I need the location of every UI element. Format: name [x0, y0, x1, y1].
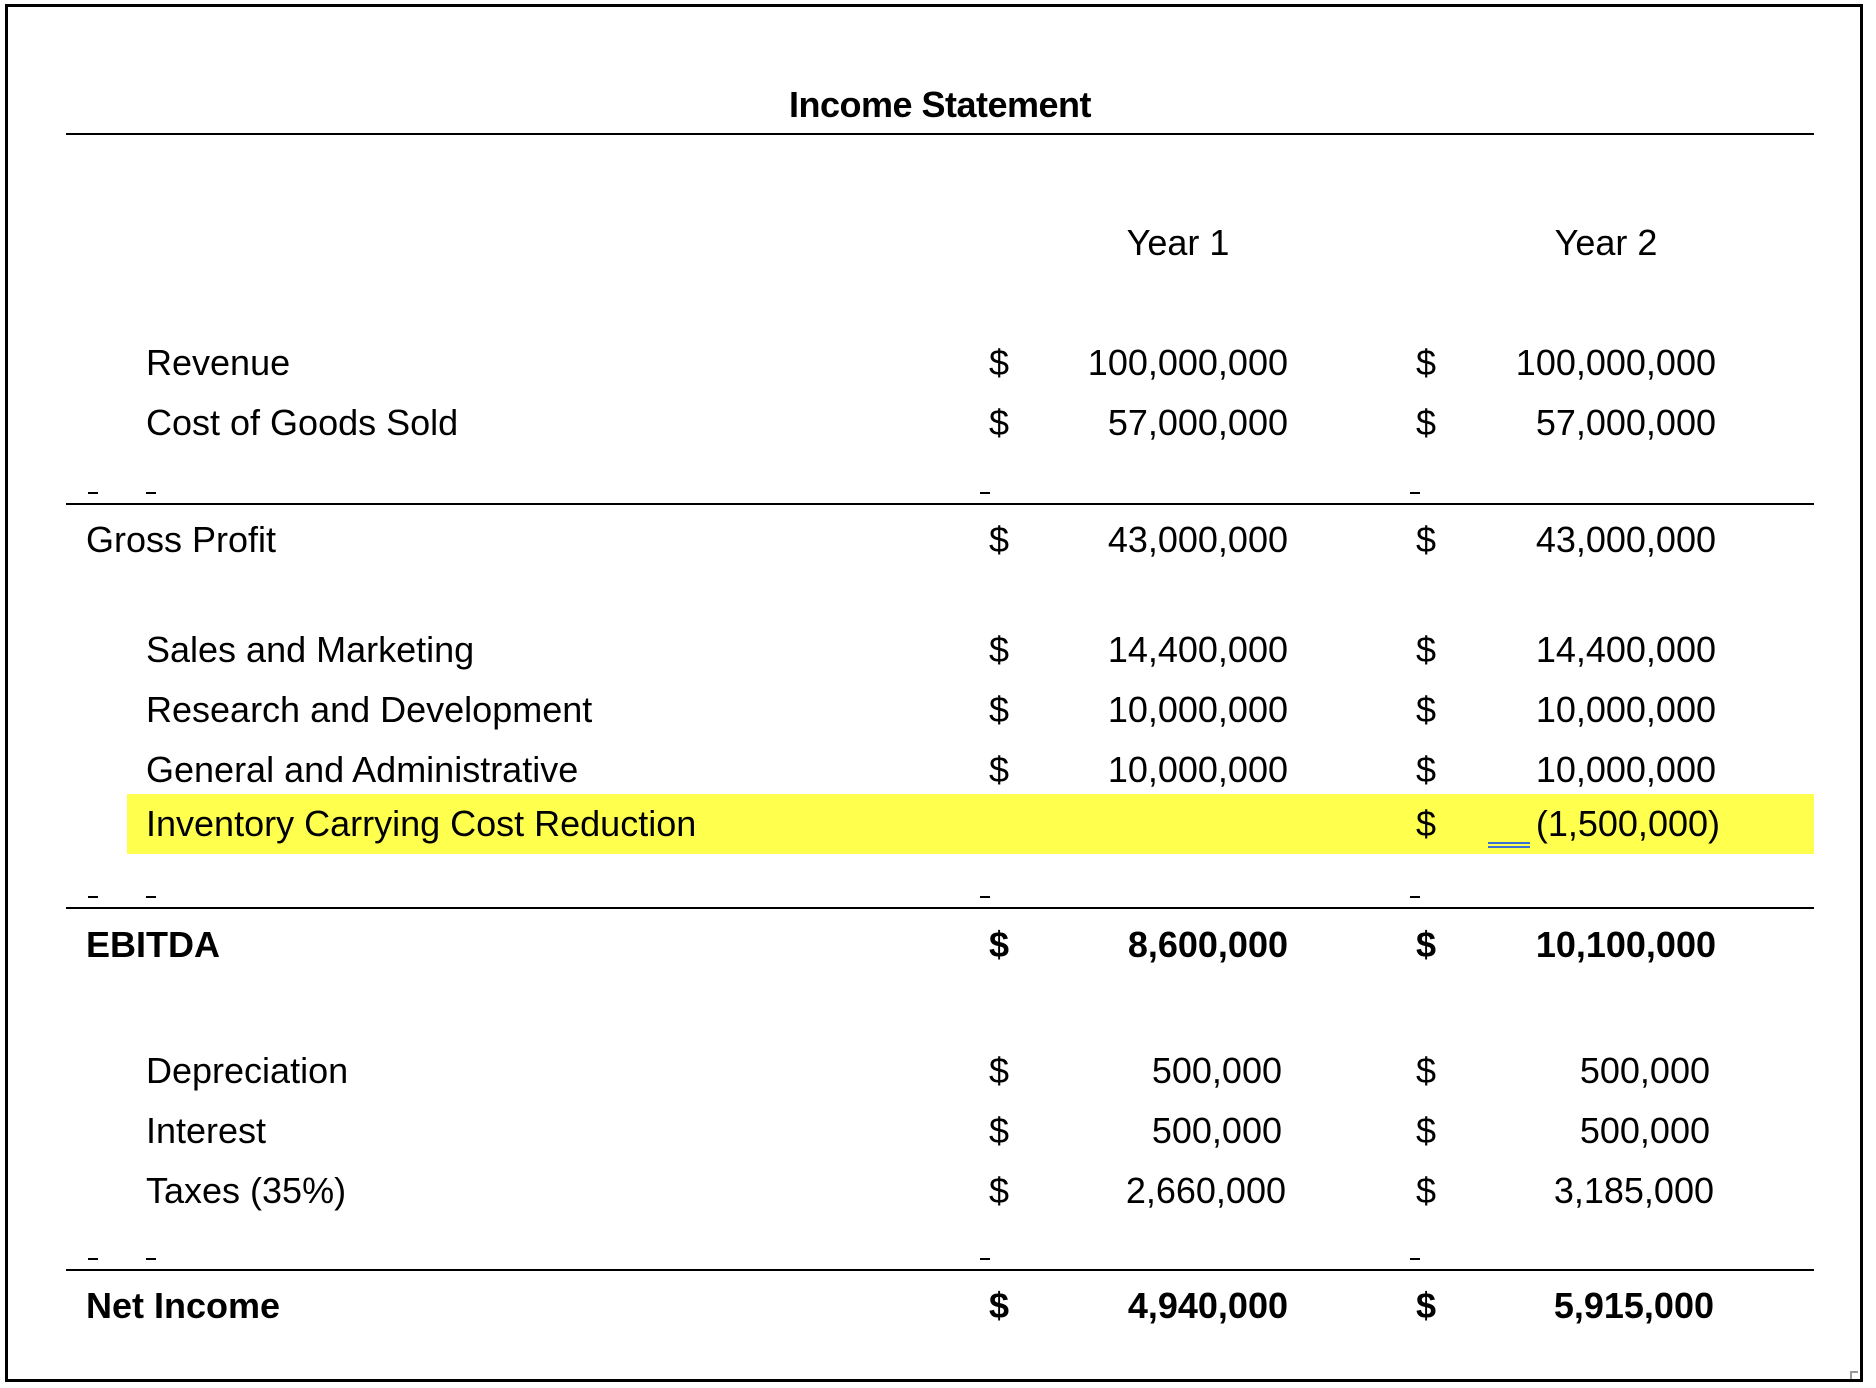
tick-mark: [88, 492, 98, 494]
row-depreciation: Depreciation $ 500,000 $ 500,000: [0, 1044, 1876, 1094]
divider-line: [66, 907, 1814, 909]
row-net-income: Net Income $ 4,940,000 $ 5,915,000: [0, 1279, 1876, 1329]
resize-corner: [1850, 1371, 1858, 1379]
row-label: Inventory Carrying Cost Reduction: [146, 803, 697, 844]
row-cogs: Cost of Goods Sold $ 57,000,000 $ 57,000…: [0, 396, 1876, 446]
year-2-value: (1,500,000): [1535, 803, 1720, 844]
year-1-value: 100,000,000: [1087, 342, 1288, 383]
year-1-value: 10,000,000: [1107, 689, 1288, 730]
tick-mark: [146, 896, 156, 898]
year-2-value: 10,100,000: [1535, 924, 1716, 965]
row-label: Research and Development: [146, 689, 593, 730]
column-header-year-1: Year 1: [1126, 222, 1230, 263]
year-2-value: 5,915,000: [1553, 1285, 1714, 1326]
row-taxes: Taxes (35%) $ 2,660,000 $ 3,185,000: [0, 1164, 1876, 1214]
year-1-value: 500,000: [1151, 1110, 1282, 1151]
title-underline: [66, 133, 1814, 135]
tick-mark: [1410, 896, 1420, 898]
tick-mark: [980, 492, 990, 494]
row-revenue: Revenue $ 100,000,000 $ 100,000,000: [0, 336, 1876, 386]
row-interest: Interest $ 500,000 $ 500,000: [0, 1104, 1876, 1154]
row-label: Sales and Marketing: [146, 629, 475, 670]
tick-mark: [1410, 492, 1420, 494]
tick-mark: [980, 1258, 990, 1260]
row-ebitda: EBITDA $ 8,600,000 $ 10,100,000: [0, 918, 1876, 968]
year-2-value: 3,185,000: [1553, 1170, 1714, 1211]
year-2-value: 10,000,000: [1535, 749, 1716, 790]
row-inventory-carrying-cost-reduction: Inventory Carrying Cost Reduction $ (1,5…: [0, 794, 1876, 854]
tick-mark: [88, 1258, 98, 1260]
tick-mark: [88, 896, 98, 898]
tick-mark: [1410, 1258, 1420, 1260]
subtotal-separator: [0, 884, 1876, 914]
row-label: Interest: [146, 1110, 267, 1151]
row-label: Cost of Goods Sold: [146, 402, 459, 443]
row-sales-marketing: Sales and Marketing $ 14,400,000 $ 14,40…: [0, 623, 1876, 673]
row-label: Gross Profit: [86, 519, 277, 560]
year-2-value: 10,000,000: [1535, 689, 1716, 730]
year-2-value: 500,000: [1579, 1050, 1710, 1091]
year-1-value: 2,660,000: [1125, 1170, 1286, 1211]
year-2-value: 43,000,000: [1535, 519, 1716, 560]
row-label: Taxes (35%): [146, 1170, 347, 1211]
year-2-value: 14,400,000: [1535, 629, 1716, 670]
subtotal-separator: [0, 1246, 1876, 1276]
tick-mark: [980, 896, 990, 898]
year-1-value: 500,000: [1151, 1050, 1282, 1091]
subtotal-separator: [0, 480, 1876, 510]
row-label: General and Administrative: [146, 749, 579, 790]
row-label: Depreciation: [146, 1050, 349, 1091]
year-1-value: 43,000,000: [1107, 519, 1288, 560]
year-1-value: 57,000,000: [1107, 402, 1288, 443]
tick-mark: [146, 1258, 156, 1260]
row-gross-profit: Gross Profit $ 43,000,000 $ 43,000,000: [0, 513, 1876, 563]
row-general-administrative: General and Administrative $ 10,000,000 …: [0, 743, 1876, 793]
divider-line: [66, 1269, 1814, 1271]
year-1-value: 8,600,000: [1127, 924, 1288, 965]
divider-line: [66, 503, 1814, 505]
year-1-value: 10,000,000: [1107, 749, 1288, 790]
year-2-value: 500,000: [1579, 1110, 1710, 1151]
year-2-value: 100,000,000: [1515, 342, 1716, 383]
row-label: Revenue: [146, 342, 291, 383]
column-header-year-2: Year 2: [1554, 222, 1658, 263]
spellcheck-double-underline: [1488, 842, 1530, 848]
year-1-value: 14,400,000: [1107, 629, 1288, 670]
year-1-value: 4,940,000: [1127, 1285, 1288, 1326]
page-title: Income Statement: [788, 84, 1092, 125]
row-label: Net Income: [86, 1285, 281, 1326]
row-label: EBITDA: [86, 924, 220, 965]
year-2-value: 57,000,000: [1535, 402, 1716, 443]
row-research-development: Research and Development $ 10,000,000 $ …: [0, 683, 1876, 733]
tick-mark: [146, 492, 156, 494]
